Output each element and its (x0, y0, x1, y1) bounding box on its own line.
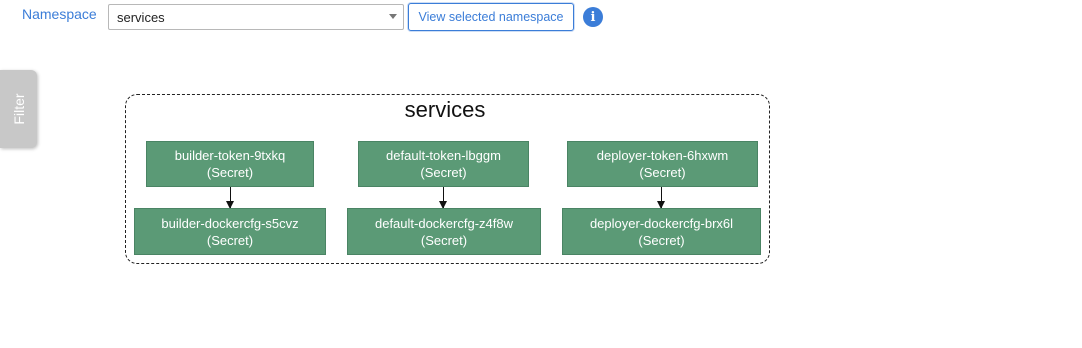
namespace-select-value: services (117, 9, 165, 25)
node-kind: (Secret) (639, 165, 686, 180)
namespace-label: Namespace (22, 6, 97, 22)
view-selected-namespace-button[interactable]: View selected namespace (408, 3, 574, 31)
graph-node-secret[interactable]: default-dockercfg-z4f8w (Secret) (347, 208, 541, 255)
edge-arrow (226, 187, 234, 209)
graph-node-secret[interactable]: deployer-token-6hxwm (Secret) (567, 141, 758, 187)
node-name: builder-token-9txkq (174, 148, 286, 163)
node-kind: (Secret) (206, 232, 254, 248)
edge-arrow (439, 187, 447, 209)
node-kind: (Secret) (638, 232, 685, 248)
graph-node-secret[interactable]: deployer-dockercfg-brx6l (Secret) (562, 208, 761, 255)
node-kind: (Secret) (206, 165, 254, 180)
graph-node-secret[interactable]: default-token-lbggm (Secret) (358, 141, 529, 187)
node-name: deployer-token-6hxwm (596, 148, 729, 163)
node-name: builder-dockercfg-s5cvz (161, 215, 299, 231)
graph-node-secret[interactable]: builder-token-9txkq (Secret) (146, 141, 314, 187)
node-name: default-dockercfg-z4f8w (374, 215, 513, 231)
chevron-down-icon (389, 14, 397, 19)
info-icon[interactable]: i (583, 7, 603, 27)
node-kind: (Secret) (420, 232, 468, 248)
graph-node-secret[interactable]: builder-dockercfg-s5cvz (Secret) (134, 208, 326, 255)
node-name: deployer-dockercfg-brx6l (589, 215, 734, 231)
node-kind: (Secret) (420, 165, 467, 180)
namespace-group-title: services (404, 97, 486, 122)
namespace-select[interactable]: services (108, 4, 404, 30)
node-name: default-token-lbggm (386, 148, 501, 163)
edge-arrow (657, 187, 665, 209)
